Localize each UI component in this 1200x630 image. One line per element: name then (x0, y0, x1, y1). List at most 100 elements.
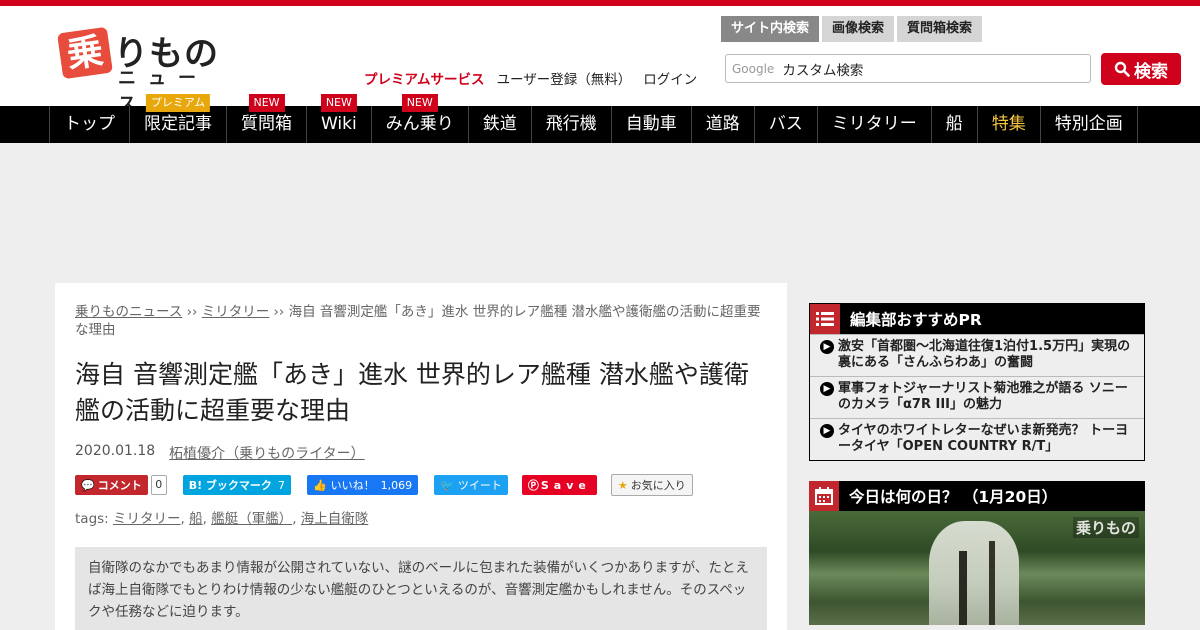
comment-label: コメント (97, 479, 142, 492)
today-box: 今日は何の日？ （1月20日） 乗りもの (809, 481, 1145, 625)
image-tree (959, 551, 967, 625)
tag-link[interactable]: 海上自衛隊 (301, 511, 369, 527)
today-title: 今日は何の日？ （1月20日） (849, 488, 1058, 506)
nav-item-label: ミリタリー (831, 114, 917, 134)
nav-badge: NEW (248, 94, 285, 112)
ad-space (0, 143, 1200, 283)
nav-item[interactable]: ミリタリー (818, 106, 932, 143)
nav-item-label: バス (768, 114, 803, 134)
tag-link[interactable]: 船 (189, 511, 203, 527)
nav-item[interactable]: バス (755, 106, 818, 143)
nav-item[interactable]: 質問箱 NEW (227, 94, 307, 143)
site-header: 乗 りもの ニュース プレミアムサービス ユーザー登録（無料） ログイン サイト… (0, 6, 1200, 115)
recommend-item[interactable]: ▶ 軍事フォトジャーナリスト菊池雅之が語る ソニーのカメラ「α7R III」の魅… (810, 376, 1144, 418)
nav-item[interactable]: 限定記事 プレミアム (130, 94, 227, 143)
comment-bubble-icon: 💬 (81, 478, 95, 492)
hatena-bookmark-button[interactable]: B! ブックマーク 7 (182, 475, 291, 495)
recommend-item-text: タイヤのホワイトレターなぜいま新発売？ トーヨータイヤ「OPEN COUNTRY… (838, 423, 1129, 454)
image-tree (989, 541, 995, 625)
nav-item[interactable]: 自動車 (612, 106, 692, 143)
recommend-header: 編集部おすすめPR (810, 304, 1144, 334)
premium-service-link[interactable]: プレミアムサービス (364, 68, 485, 88)
article-lead: 自衛隊のなかでもあまり情報が公開されていない、謎のベールに包まれた装備がいくつか… (75, 547, 767, 630)
nav-item-label: みん乗り (385, 114, 454, 134)
list-icon (810, 304, 840, 334)
nav-item[interactable]: みん乗り NEW (372, 94, 469, 143)
search-tabs: サイト内検索 画像検索 質問箱検索 (721, 16, 983, 42)
search-placeholder: カスタム検索 (782, 62, 864, 79)
nav-badge: プレミアム (145, 94, 211, 112)
nav-item-label: 飛行機 (545, 114, 597, 134)
nav-item[interactable]: 鉄道 (469, 106, 532, 143)
nav-item-label: 鉄道 (482, 114, 517, 134)
nav-item[interactable]: 特集 (978, 106, 1041, 143)
recommend-item[interactable]: ▶ タイヤのホワイトレターなぜいま新発売？ トーヨータイヤ「OPEN COUNT… (810, 418, 1144, 460)
like-label: いいね！ (330, 479, 375, 492)
tag-link[interactable]: 艦艇（軍艦） (211, 511, 292, 527)
article-meta: 2020.01.18 柘植優介（乗りものライター） (75, 443, 767, 463)
tag-link[interactable]: ミリタリー (113, 511, 181, 527)
comment-button[interactable]: 💬 コメント (75, 475, 148, 495)
hatena-count: 7 (277, 478, 285, 492)
breadcrumb: 乗りものニュース ›› ミリタリー ›› 海自 音響測定艦「あき」進水 世界的レ… (75, 303, 767, 339)
breadcrumb-sep: ›› (182, 304, 202, 320)
nav-item-label: 船 (945, 114, 963, 134)
facebook-like-button[interactable]: 👍 いいね！ 1,069 (306, 475, 419, 495)
chevron-right-icon: ▶ (820, 382, 834, 396)
save-label: Save (540, 478, 591, 492)
logo-badge: 乗 (57, 26, 113, 80)
nav-item[interactable]: 道路 (692, 106, 755, 143)
tweet-button[interactable]: 🐦 ツイート (434, 475, 508, 495)
breadcrumb-category[interactable]: ミリタリー (202, 304, 270, 320)
pinterest-save-button[interactable]: Ⓟ Save (521, 475, 597, 495)
login-link[interactable]: ログイン (643, 68, 697, 88)
search-button[interactable]: 検索 (1101, 53, 1181, 85)
nav-item[interactable]: 飛行機 (532, 106, 612, 143)
nav-item-label: 特集 (991, 114, 1026, 134)
recommend-item[interactable]: ▶ 激安「首都圏～北海道往復1泊付1.5万円」実現の裏にある「さんふらわあ」の奮… (810, 334, 1144, 376)
star-icon: ★ (617, 478, 628, 492)
register-link[interactable]: ユーザー登録（無料） (497, 68, 632, 88)
search-tab-qa[interactable]: 質問箱検索 (897, 16, 983, 42)
chevron-right-icon: ▶ (820, 340, 834, 354)
global-nav: トップ 限定記事 プレミアム 質問箱 NEW Wiki NEW みん乗り NEW 鉄道 飛行機 自動車… (0, 94, 1200, 143)
article-main: 乗りものニュース ›› ミリタリー ›› 海自 音響測定艦「あき」進水 世界的レ… (55, 283, 787, 630)
comment-count: 0 (150, 475, 167, 495)
article-date: 2020.01.18 (75, 443, 156, 459)
pinterest-icon: Ⓟ (527, 479, 539, 492)
search-button-label: 検索 (1134, 61, 1168, 82)
favorite-button[interactable]: ★ お気に入り (610, 474, 693, 496)
recommend-title: 編集部おすすめPR (850, 311, 982, 329)
search-icon (1114, 61, 1130, 77)
tweet-label: ツイート (457, 479, 502, 492)
chevron-right-icon: ▶ (820, 424, 834, 438)
nav-item-label: 質問箱 (241, 114, 292, 134)
hatena-label: B! ブックマーク (188, 479, 272, 492)
calendar-icon (809, 481, 839, 511)
favorite-label: お気に入り (630, 479, 686, 492)
nav-item-label: 自動車 (625, 114, 677, 134)
tags-label: tags: (75, 511, 109, 527)
recommend-box: 編集部おすすめPR ▶ 激安「首都圏～北海道往復1泊付1.5万円」実現の裏にある… (809, 303, 1145, 461)
search-tab-image[interactable]: 画像検索 (822, 16, 895, 42)
site-logo[interactable]: 乗 りもの ニュース (57, 26, 228, 115)
recommend-item-text: 軍事フォトジャーナリスト菊池雅之が語る ソニーのカメラ「α7R III」の魅力 (838, 381, 1128, 412)
breadcrumb-sep: ›› (269, 304, 289, 320)
nav-badge: NEW (401, 94, 438, 112)
sidebar: 編集部おすすめPR ▶ 激安「首都圏～北海道往復1泊付1.5万円」実現の裏にある… (809, 303, 1145, 625)
thumbs-up-icon: 👍 (312, 478, 327, 492)
nav-item[interactable]: 特別企画 (1041, 106, 1138, 143)
nav-item[interactable]: 船 (932, 106, 978, 143)
nav-item[interactable]: トップ (50, 106, 130, 143)
nav-item-label: 限定記事 (144, 114, 212, 134)
nav-item[interactable]: Wiki NEW (307, 94, 372, 143)
breadcrumb-home[interactable]: 乗りものニュース (75, 304, 182, 320)
today-image[interactable]: 乗りもの (809, 511, 1145, 625)
twitter-bird-icon: 🐦 (440, 478, 454, 492)
search-tab-site[interactable]: サイト内検索 (721, 16, 820, 42)
search-input[interactable]: Google カスタム検索 (725, 54, 1091, 83)
nav-item-label: 特別企画 (1054, 114, 1123, 134)
nav-items: トップ 限定記事 プレミアム 質問箱 NEW Wiki NEW みん乗り NEW 鉄道 飛行機 自動車… (49, 94, 1138, 143)
nav-item-label: Wiki (321, 114, 357, 134)
article-author[interactable]: 柘植優介（乗りものライター） (169, 443, 364, 463)
